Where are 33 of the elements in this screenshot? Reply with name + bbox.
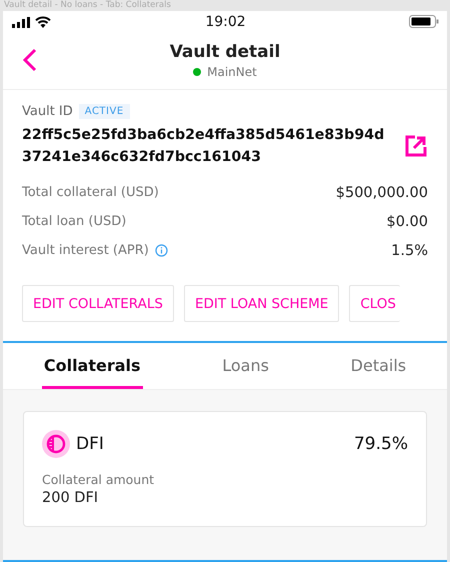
- external-link-button[interactable]: [405, 135, 427, 157]
- back-button[interactable]: [21, 46, 39, 74]
- back-chevron-icon: [23, 48, 37, 72]
- clock-text: 19:02: [205, 14, 246, 30]
- status-badge: ACTIVE: [78, 104, 130, 119]
- action-button[interactable]: EDIT LOAN SCHEME: [184, 285, 340, 322]
- tab[interactable]: Collaterals: [42, 345, 143, 389]
- battery-icon: [408, 15, 439, 28]
- vault-id: 22ff5c5e25fd3ba6cb2e4ffa385d5461e83b94d37241e346c632fd7bcc161043: [22, 126, 386, 167]
- row-value: 1.5%: [391, 242, 428, 258]
- row-label: Total loan (USD): [22, 214, 126, 229]
- action-button[interactable]: CLOS: [349, 285, 400, 322]
- token-name: DFI: [76, 434, 104, 454]
- action-button[interactable]: EDIT COLLATERALS: [22, 285, 174, 322]
- row-label: Vault interest (APR): [22, 243, 149, 258]
- amount-value: 200 DFI: [42, 490, 100, 506]
- row-value: $500,000.00: [336, 184, 428, 200]
- amount-label: Collateral amount: [42, 472, 156, 487]
- tab[interactable]: Loans: [220, 345, 271, 389]
- collateral-share: 79.5%: [354, 434, 408, 454]
- row-value: $0.00: [386, 214, 428, 230]
- wifi-icon: [35, 16, 51, 28]
- network-label: MainNet: [207, 65, 257, 79]
- info-icon: [154, 244, 168, 257]
- field-label: Vault ID: [22, 104, 73, 119]
- screen-caption: Vault detail - No loans - Tab: Collaterals: [3, 0, 172, 11]
- status-dot: [193, 68, 202, 76]
- screen-title: Vault detail: [170, 42, 280, 62]
- row-label: Total collateral (USD): [22, 185, 159, 200]
- signal-icon: [12, 16, 30, 28]
- tab[interactable]: Details: [348, 345, 408, 389]
- token-icon: [42, 430, 70, 458]
- external-link-icon: [405, 135, 427, 157]
